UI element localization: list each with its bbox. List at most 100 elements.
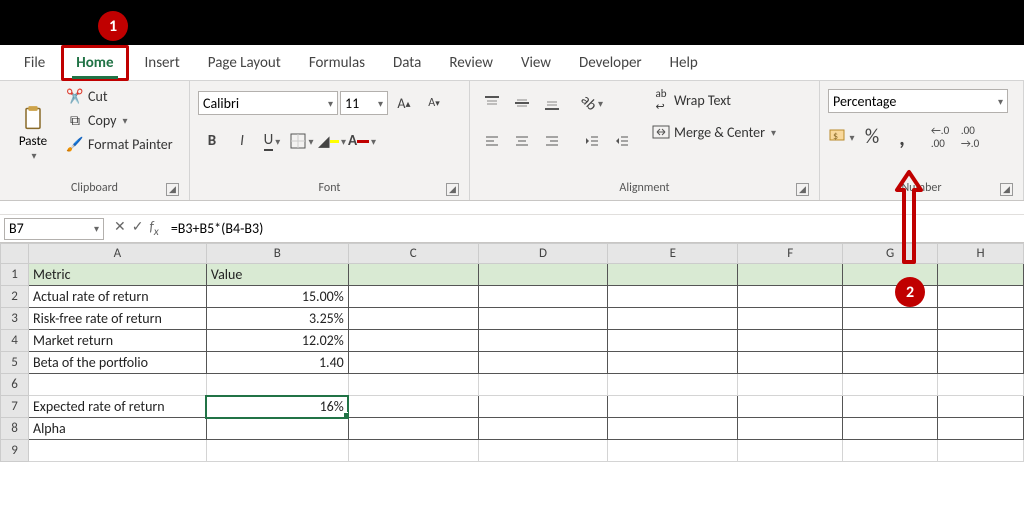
cell[interactable] <box>478 264 608 286</box>
cell[interactable] <box>348 286 478 308</box>
select-all-corner[interactable] <box>1 244 29 264</box>
align-middle-button[interactable] <box>508 89 536 117</box>
cell[interactable] <box>738 330 843 352</box>
selected-cell[interactable]: 16% <box>206 396 348 418</box>
tab-formulas[interactable]: Formulas <box>297 48 377 78</box>
number-format-select[interactable]: Percentage▾ <box>828 89 1008 113</box>
cell[interactable] <box>843 330 938 352</box>
col-header-e[interactable]: E <box>608 244 738 264</box>
cell[interactable] <box>206 440 348 462</box>
cell[interactable] <box>608 374 738 396</box>
borders-button[interactable]: ▾ <box>288 127 316 155</box>
cell[interactable] <box>206 418 348 440</box>
cell[interactable] <box>938 352 1024 374</box>
font-color-button[interactable]: A▾ <box>348 127 376 155</box>
spreadsheet-grid[interactable]: A B C D E F G H 1 Metric Value 2 Actual … <box>0 243 1024 462</box>
col-header-d[interactable]: D <box>478 244 608 264</box>
cell[interactable] <box>738 264 843 286</box>
cell[interactable] <box>938 418 1024 440</box>
decrease-font-button[interactable]: A▾ <box>420 89 448 117</box>
cell[interactable] <box>206 374 348 396</box>
merge-center-button[interactable]: Merge & Center ▾ <box>648 121 780 143</box>
cell[interactable] <box>938 330 1024 352</box>
row-header[interactable]: 9 <box>1 440 29 462</box>
format-painter-button[interactable]: 🖌️ Format Painter <box>62 133 177 155</box>
cell[interactable] <box>738 440 843 462</box>
cell[interactable]: Expected rate of return <box>28 396 206 418</box>
cell[interactable] <box>608 396 738 418</box>
tab-insert[interactable]: Insert <box>133 48 192 78</box>
cell[interactable] <box>938 308 1024 330</box>
tab-file[interactable]: File <box>12 48 57 78</box>
cell[interactable] <box>938 374 1024 396</box>
row-header[interactable]: 5 <box>1 352 29 374</box>
cell[interactable] <box>843 396 938 418</box>
cell[interactable]: 3.25% <box>206 308 348 330</box>
cell[interactable] <box>843 440 938 462</box>
cell[interactable] <box>608 308 738 330</box>
dialog-launcher-icon[interactable]: ◢ <box>166 183 179 196</box>
cell[interactable] <box>478 352 608 374</box>
fx-icon[interactable]: fx <box>149 218 158 239</box>
cell[interactable] <box>28 440 206 462</box>
cell[interactable] <box>608 286 738 308</box>
cell[interactable] <box>608 440 738 462</box>
cell[interactable] <box>478 330 608 352</box>
cell[interactable]: Alpha <box>28 418 206 440</box>
cell[interactable] <box>738 286 843 308</box>
cell[interactable]: 1.40 <box>206 352 348 374</box>
cell[interactable] <box>478 418 608 440</box>
cell[interactable] <box>348 440 478 462</box>
cell[interactable] <box>28 374 206 396</box>
cell[interactable] <box>608 264 738 286</box>
fill-color-button[interactable]: ◢▾ <box>318 127 346 155</box>
dialog-launcher-icon[interactable]: ◢ <box>1000 183 1013 196</box>
row-header[interactable]: 1 <box>1 264 29 286</box>
cell[interactable] <box>608 330 738 352</box>
align-left-button[interactable] <box>478 127 506 155</box>
cell[interactable] <box>938 396 1024 418</box>
row-header[interactable]: 8 <box>1 418 29 440</box>
cell[interactable] <box>738 418 843 440</box>
cell[interactable] <box>843 418 938 440</box>
tab-page-layout[interactable]: Page Layout <box>196 48 293 78</box>
cell[interactable] <box>608 352 738 374</box>
tab-view[interactable]: View <box>509 48 563 78</box>
cell[interactable] <box>478 286 608 308</box>
cell[interactable]: Actual rate of return <box>28 286 206 308</box>
row-header[interactable]: 2 <box>1 286 29 308</box>
cell[interactable]: Beta of the portfolio <box>28 352 206 374</box>
row-header[interactable]: 7 <box>1 396 29 418</box>
increase-font-button[interactable]: A▴ <box>390 89 418 117</box>
cell[interactable] <box>478 396 608 418</box>
cell[interactable] <box>348 418 478 440</box>
cell[interactable] <box>348 352 478 374</box>
cell[interactable]: 12.02% <box>206 330 348 352</box>
paste-button[interactable]: Paste ▾ <box>8 85 58 181</box>
cell[interactable]: Metric <box>28 264 206 286</box>
cell[interactable] <box>938 286 1024 308</box>
cell[interactable] <box>738 352 843 374</box>
cell[interactable] <box>738 374 843 396</box>
row-header[interactable]: 4 <box>1 330 29 352</box>
cell[interactable]: Value <box>206 264 348 286</box>
tab-home[interactable]: Home <box>61 45 128 81</box>
cell[interactable] <box>738 308 843 330</box>
underline-button[interactable]: U▾ <box>258 127 286 155</box>
cell[interactable] <box>478 308 608 330</box>
tab-review[interactable]: Review <box>437 48 505 78</box>
cell[interactable] <box>843 308 938 330</box>
cell[interactable] <box>938 440 1024 462</box>
col-header-a[interactable]: A <box>28 244 206 264</box>
cell[interactable] <box>348 264 478 286</box>
cell[interactable] <box>478 374 608 396</box>
row-header[interactable]: 3 <box>1 308 29 330</box>
col-header-b[interactable]: B <box>206 244 348 264</box>
italic-button[interactable]: I <box>228 127 256 155</box>
cell[interactable] <box>608 418 738 440</box>
cell[interactable]: Market return <box>28 330 206 352</box>
align-center-button[interactable] <box>508 127 536 155</box>
orientation-button[interactable]: ab▾ <box>578 89 606 117</box>
font-size-select[interactable]: 11▾ <box>340 91 388 115</box>
increase-indent-button[interactable] <box>608 127 636 155</box>
